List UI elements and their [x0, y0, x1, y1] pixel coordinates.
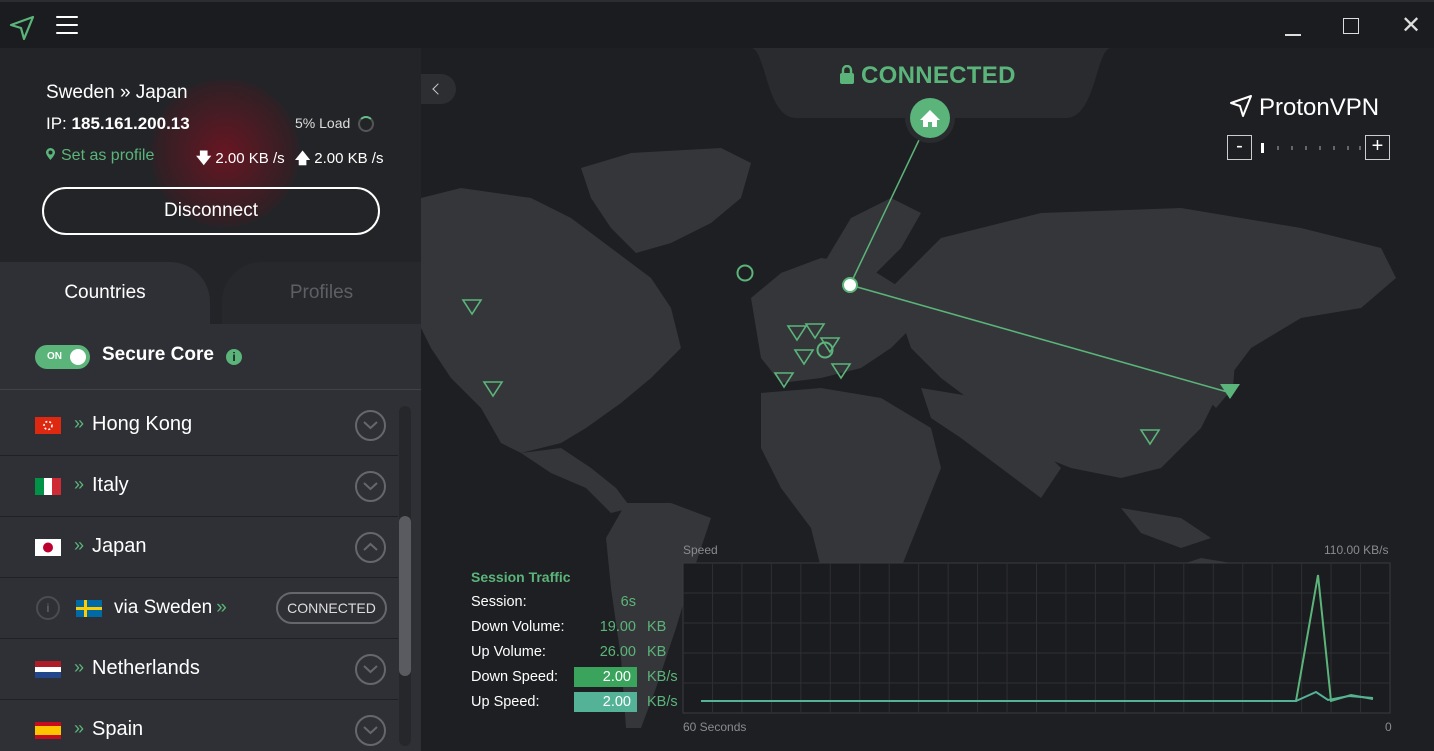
scrollbar-thumb[interactable]	[399, 516, 411, 676]
zoom-in-button[interactable]: +	[1365, 135, 1390, 160]
collapse-button[interactable]	[355, 532, 386, 563]
secure-core-row: ON Secure Core i	[0, 324, 421, 390]
country-row-hong-kong[interactable]: » Hong Kong	[0, 395, 398, 456]
country-row-netherlands[interactable]: » Netherlands	[0, 639, 398, 700]
sweden-flag-icon	[76, 600, 102, 617]
country-name: Netherlands	[92, 657, 200, 679]
download-arrow-icon: 🡇	[196, 150, 212, 167]
server-row-via-sweden[interactable]: i via Sweden» CONNECTED	[0, 578, 398, 639]
chevron-down-icon	[363, 665, 378, 674]
country-row-spain[interactable]: » Spain	[0, 700, 398, 751]
set-as-profile-link[interactable]: Set as profile	[46, 147, 154, 165]
chevron-down-icon	[363, 726, 378, 735]
protonvpn-logo-icon	[1230, 95, 1252, 117]
expand-button[interactable]	[355, 471, 386, 502]
chevron-down-icon	[363, 421, 378, 430]
chevron-icon: »	[74, 474, 85, 494]
chart-x-left-label: 60 Seconds	[683, 720, 747, 734]
down-volume-row: Down Volume: 19.00 KB	[471, 619, 667, 635]
info-icon[interactable]: i	[226, 349, 242, 365]
chevron-down-icon	[363, 482, 378, 491]
spain-flag-icon	[35, 722, 61, 739]
sidebar: Sweden » Japan IP: 185.161.200.13 5% Loa…	[0, 48, 421, 751]
connection-status: CONNECTED	[839, 62, 1016, 90]
load-ring-icon	[358, 116, 374, 132]
chart-y-max-label: 110.00 KB/s	[1324, 543, 1389, 557]
server-info-icon[interactable]: i	[36, 596, 60, 620]
tab-countries[interactable]: Countries	[0, 262, 210, 324]
maximize-button[interactable]	[1336, 12, 1366, 40]
connection-panel: Sweden » Japan IP: 185.161.200.13 5% Loa…	[0, 48, 421, 262]
minimize-button[interactable]	[1279, 12, 1309, 40]
world-map[interactable]: CONNECTED ProtonVPN - + Session Traffic …	[421, 48, 1434, 751]
country-name: Hong Kong	[92, 413, 193, 435]
live-speeds: 🡇 2.00 KB /s 🡅 2.00 KB /s	[196, 150, 384, 167]
italy-flag-icon	[35, 478, 61, 495]
close-button[interactable]: ✕	[1396, 12, 1426, 40]
sidebar-tabs: Countries Profiles	[0, 262, 421, 324]
ip-address: IP: 185.161.200.13	[46, 114, 190, 133]
country-row-japan[interactable]: » Japan	[0, 517, 398, 578]
traffic-title: Session Traffic	[471, 569, 571, 585]
country-list: » Hong Kong » Italy » Japan i via Sweden…	[0, 395, 421, 751]
entry-server-pin[interactable]	[842, 277, 858, 293]
map-pin-icon	[46, 148, 55, 160]
connection-route: Sweden » Japan	[46, 82, 188, 103]
expand-button[interactable]	[355, 410, 386, 441]
expand-button[interactable]	[355, 715, 386, 746]
country-row-italy[interactable]: » Italy	[0, 456, 398, 517]
scrollbar[interactable]	[399, 406, 411, 746]
collapse-sidebar-button[interactable]	[421, 74, 456, 104]
chevron-up-icon	[363, 542, 378, 551]
up-volume-row: Up Volume: 26.00 KB	[471, 644, 667, 660]
session-traffic: Session Traffic Session: 6s Down Volume: 1…	[471, 566, 701, 716]
server-route: via Sweden»	[114, 597, 227, 618]
down-speed-row: Down Speed: 2.00 KB/s	[471, 667, 678, 687]
country-name: Japan	[92, 535, 147, 557]
lock-icon	[840, 64, 854, 84]
chart-y-label: Speed	[683, 543, 718, 557]
zoom-control: - +	[1227, 135, 1391, 161]
tab-profiles[interactable]: Profiles	[222, 262, 421, 324]
server-load: 5% Load	[295, 115, 351, 131]
chevron-icon: »	[74, 718, 85, 738]
title-bar: ✕	[0, 0, 1434, 48]
protonvpn-logo-icon	[9, 15, 35, 41]
session-row: Session: 6s	[471, 594, 636, 610]
secure-core-toggle[interactable]: ON	[35, 345, 90, 369]
hamburger-menu-icon[interactable]	[56, 16, 78, 36]
disconnect-button[interactable]: Disconnect	[42, 187, 380, 235]
chevron-icon: »	[74, 657, 85, 677]
protonvpn-brand: ProtonVPN	[1229, 94, 1379, 122]
hong-kong-flag-icon	[35, 417, 61, 434]
chart-x-right-label: 0	[1385, 720, 1392, 734]
country-name: Spain	[92, 718, 144, 740]
zoom-slider[interactable]	[1255, 143, 1363, 153]
secure-core-label: Secure Core	[102, 344, 214, 365]
japan-flag-icon	[35, 539, 61, 556]
chevron-icon: »	[74, 535, 85, 555]
connected-button[interactable]: CONNECTED	[276, 592, 387, 624]
country-name: Italy	[92, 474, 129, 496]
expand-button[interactable]	[355, 654, 386, 685]
upload-arrow-icon: 🡅	[294, 150, 311, 167]
chevron-icon: »	[74, 413, 85, 433]
secure-core-server-pin[interactable]	[736, 264, 754, 282]
zoom-out-button[interactable]: -	[1227, 135, 1252, 160]
netherlands-flag-icon	[35, 661, 61, 678]
up-speed-row: Up Speed: 2.00 KB/s	[471, 692, 678, 712]
speed-chart	[682, 562, 1391, 714]
